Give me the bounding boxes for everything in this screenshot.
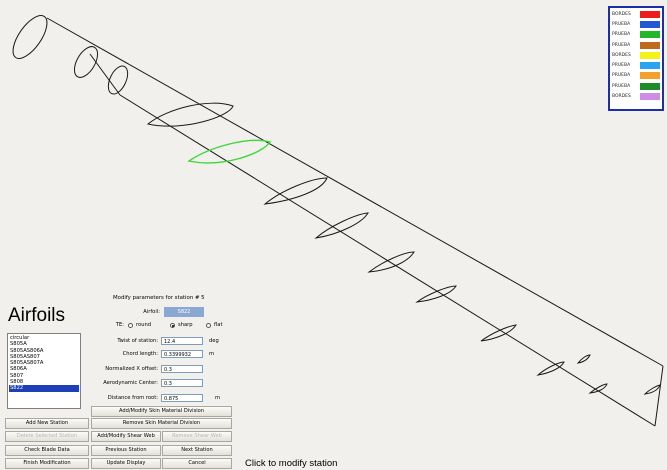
twist-unit: deg — [209, 338, 219, 344]
legend-item: PRUEBA — [612, 30, 660, 40]
legend-item-label: PRUEBA — [612, 73, 631, 79]
check-blade-data-button[interactable]: Check Blade Data — [5, 445, 89, 456]
te-round-radio[interactable] — [128, 322, 133, 328]
legend-item: PRUEBA — [612, 81, 660, 91]
station-14 — [643, 384, 661, 395]
airfoil-list[interactable]: circular S805A S805AS806A S805AS807 S805AS80… — [7, 333, 81, 409]
distance-label: Distance from root: — [107, 395, 158, 401]
xoffset-label: Normalized X offset: — [105, 366, 158, 372]
legend-color-swatch — [640, 72, 660, 80]
te-sharp-label: sharp — [178, 322, 193, 328]
station-form-title: Modify parameters for station # 5 — [113, 295, 205, 301]
finish-modification-button[interactable]: Finish Modification — [5, 458, 89, 469]
remove-skin-button[interactable]: Remove Skin Material Division — [91, 418, 232, 429]
remove-shear-web-button[interactable]: Remove Shear Web — [162, 431, 232, 442]
previous-station-button[interactable]: Previous Station — [91, 445, 161, 456]
legend-item: PRUEBA — [612, 60, 660, 70]
legend-item-label: PRUEBA — [612, 42, 631, 48]
chord-unit: m — [209, 351, 215, 357]
station-4 — [146, 102, 234, 127]
legend-item-label: PRUEBA — [612, 32, 631, 38]
add-modify-shear-web-button[interactable]: Add/Modify Shear Web — [91, 431, 161, 442]
blade-edge-tip — [654, 365, 664, 427]
blade-edge-inner — [89, 53, 121, 96]
legend-item-label: PRUEBA — [612, 83, 631, 89]
station-13 — [588, 383, 608, 394]
aero-center-label: Aerodynamic Center: — [103, 380, 158, 386]
legend-item: BORDES — [612, 91, 660, 101]
chord-input[interactable]: 0.3399932 — [161, 350, 203, 358]
distance-input[interactable]: 0.875 — [161, 394, 203, 402]
update-display-button[interactable]: Update Display — [91, 458, 161, 469]
airfoils-title: Airfoils — [8, 305, 66, 326]
airfoil-list-item[interactable]: S822 — [9, 385, 79, 392]
legend-item-label: PRUEBA — [612, 63, 631, 69]
station-10 — [480, 324, 517, 342]
te-sharp-radio[interactable] — [170, 322, 175, 328]
add-new-station-button[interactable]: Add New Station — [5, 418, 89, 429]
xoffset-input[interactable]: 0.3 — [161, 365, 203, 373]
legend-item-label: BORDES — [612, 52, 631, 58]
legend-color-swatch — [640, 62, 660, 70]
te-label: TE: — [115, 322, 124, 328]
te-flat-radio[interactable] — [206, 322, 211, 328]
station-12 — [576, 354, 591, 364]
station-8 — [367, 251, 415, 273]
aero-center-input[interactable]: 0.3 — [161, 379, 203, 387]
legend-color-swatch — [640, 51, 660, 59]
legend-color-swatch — [640, 82, 660, 90]
legend-item: BORDES — [612, 50, 660, 60]
add-modify-skin-button[interactable]: Add/Modify Skin Material Division — [91, 406, 232, 417]
next-station-button[interactable]: Next Station — [162, 445, 232, 456]
status-message: Click to modify station — [245, 458, 338, 469]
legend-item-label: PRUEBA — [612, 21, 631, 27]
legend-color-swatch — [640, 31, 660, 39]
station-5-selected — [187, 139, 272, 164]
te-flat-label: flat — [214, 322, 223, 328]
te-round-label: round — [136, 322, 152, 328]
cancel-button[interactable]: Cancel — [162, 458, 232, 469]
legend-item: PRUEBA — [612, 19, 660, 29]
legend-color-swatch — [640, 93, 660, 101]
twist-input[interactable]: 12.4 — [161, 337, 203, 345]
station-root-2 — [73, 46, 99, 78]
delete-station-button[interactable]: Delete Selected Station — [5, 431, 89, 442]
te-sharp-option[interactable]: sharp — [170, 322, 193, 328]
legend-item-label: BORDES — [612, 11, 631, 17]
station-7 — [314, 212, 369, 239]
material-legend: BORDES PRUEBA PRUEBA PRUEBA BORDES PRUEBA PRUE… — [608, 6, 664, 111]
legend-item: PRUEBA — [612, 40, 660, 50]
legend-item: BORDES — [612, 9, 660, 19]
legend-color-swatch — [640, 41, 660, 49]
legend-item-label: BORDES — [612, 94, 631, 100]
station-root-1 — [12, 15, 48, 59]
airfoil-label: Airfoil: — [143, 309, 160, 315]
distance-unit: m — [215, 395, 221, 401]
airfoil-field: S822 — [164, 307, 204, 317]
station-11 — [536, 361, 565, 376]
twist-label: Twist of station: — [117, 338, 158, 344]
legend-color-swatch — [640, 20, 660, 28]
legend-color-swatch — [640, 10, 660, 18]
chord-label: Chord length: — [122, 351, 158, 357]
te-round-option[interactable]: round — [128, 322, 151, 328]
legend-item: PRUEBA — [612, 71, 660, 81]
te-flat-option[interactable]: flat — [206, 322, 222, 328]
